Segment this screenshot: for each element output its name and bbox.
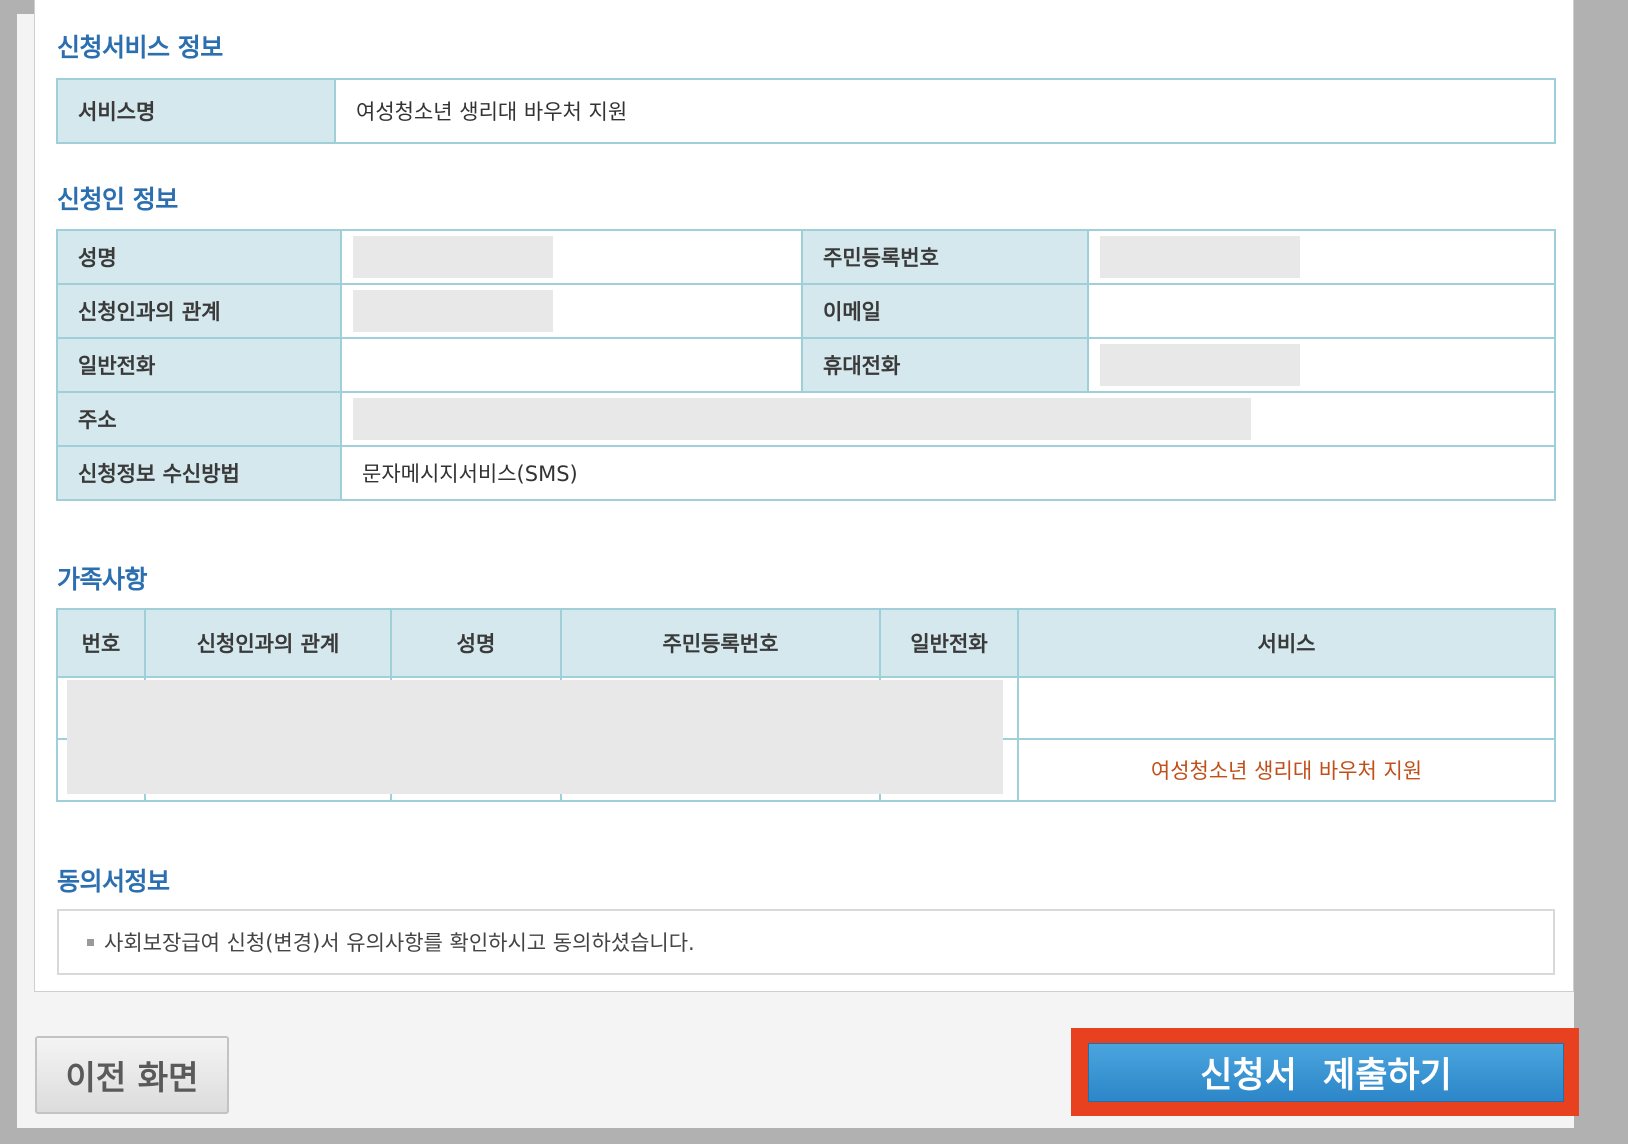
- submit-application-button[interactable]: 신청서 제출하기: [1088, 1043, 1564, 1102]
- section-title-consent: 동의서정보: [57, 867, 170, 896]
- service-name-value: 여성청소년 생리대 바우처 지원: [334, 78, 1556, 144]
- redacted-block: [353, 398, 1251, 440]
- family-row-service: 여성청소년 생리대 바우처 지원: [1017, 738, 1556, 802]
- name-label: 성명: [56, 229, 342, 285]
- family-header-name: 성명: [390, 608, 562, 678]
- mobile-value: [1087, 337, 1556, 393]
- redacted-block: [353, 236, 553, 278]
- family-row-service: [1017, 676, 1556, 740]
- consent-box: 사회보장급여 신청(변경)서 유의사항를 확인하시고 동의하셨습니다.: [57, 909, 1555, 975]
- bottom-margin: [0, 1128, 1628, 1144]
- redacted-block: [1100, 236, 1300, 278]
- rrn-label: 주민등록번호: [801, 229, 1089, 285]
- right-margin: [1574, 0, 1628, 1144]
- redacted-block: [353, 290, 553, 332]
- relation-label: 신청인과의 관계: [56, 283, 342, 339]
- redacted-block: [1100, 344, 1300, 386]
- applicant-info-table: 성명 주민등록번호 신청인과의 관계 이메일 일반전화 휴대전화 주소 신청정보…: [56, 229, 1556, 501]
- consent-text: 사회보장급여 신청(변경)서 유의사항를 확인하시고 동의하셨습니다.: [104, 931, 695, 955]
- address-value: [340, 391, 1556, 447]
- email-label: 이메일: [801, 283, 1089, 339]
- section-title-family: 가족사항: [57, 565, 148, 594]
- receive-method-label: 신청정보 수신방법: [56, 445, 342, 501]
- phone-label: 일반전화: [56, 337, 342, 393]
- section-title-applicant-info: 신청인 정보: [57, 185, 178, 214]
- family-header-service: 서비스: [1017, 608, 1556, 678]
- prev-screen-button[interactable]: 이전 화면: [35, 1036, 229, 1114]
- name-value: [340, 229, 803, 285]
- email-value: [1087, 283, 1556, 339]
- family-header-no: 번호: [56, 608, 146, 678]
- section-title-service-info: 신청서비스 정보: [57, 33, 223, 62]
- redacted-block: [67, 680, 1003, 794]
- bullet-icon: [87, 938, 94, 946]
- family-header-relation: 신청인과의 관계: [144, 608, 392, 678]
- family-header-phone: 일반전화: [879, 608, 1019, 678]
- phone-value: [340, 337, 803, 393]
- family-header-rrn: 주민등록번호: [560, 608, 881, 678]
- service-info-table: 서비스명 여성청소년 생리대 바우처 지원: [56, 78, 1556, 144]
- receive-method-value: 문자메시지서비스(SMS): [340, 445, 1556, 501]
- address-label: 주소: [56, 391, 342, 447]
- mobile-label: 휴대전화: [801, 337, 1089, 393]
- service-name-label: 서비스명: [56, 78, 336, 144]
- rrn-value: [1087, 229, 1556, 285]
- relation-value: [340, 283, 803, 339]
